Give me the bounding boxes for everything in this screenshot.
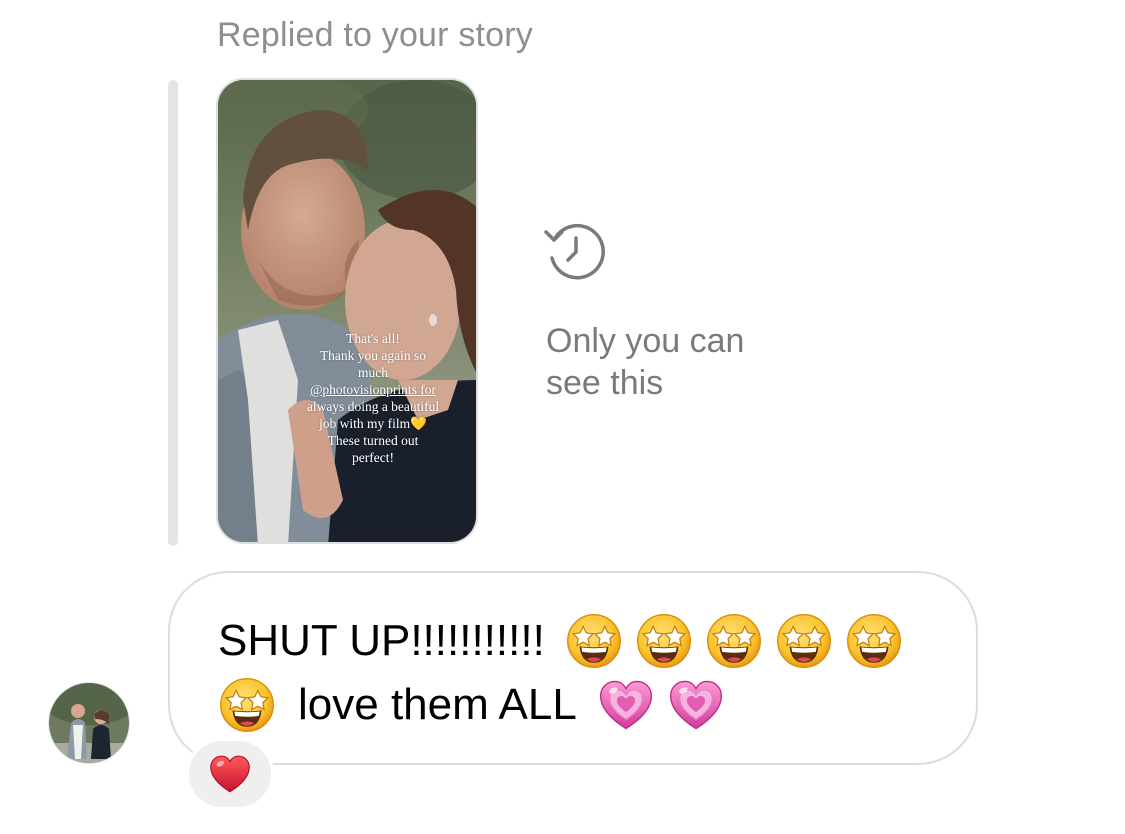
pink-heart-emoji-icon: [667, 676, 725, 734]
story-caption-line: Thank you again so: [319, 348, 427, 363]
star-struck-emoji-icon: [775, 612, 833, 670]
pink-heart-emoji-icon: [597, 676, 655, 734]
message-bubble[interactable]: SHUT UP!!!!!!!!!!! love them ALL: [168, 571, 978, 765]
only-you-notice: Only you can see this: [546, 320, 806, 404]
message-line-1: SHUT UP!!!!!!!!!!!: [218, 609, 958, 673]
story-caption-line: much: [358, 365, 388, 380]
reply-quote-bar: [168, 80, 178, 546]
story-caption-line: These turned out: [327, 433, 419, 448]
story-thumbnail[interactable]: That's all! Thank you again so much @pho…: [216, 78, 478, 544]
star-struck-emoji-icon: [635, 612, 693, 670]
reaction-badge[interactable]: [186, 738, 274, 810]
story-caption-line: perfect!: [352, 450, 394, 465]
message-line-2: love them ALL: [218, 673, 958, 737]
message-text: SHUT UP!!!!!!!!!!! love them ALL: [218, 609, 958, 737]
star-struck-emoji-icon: [218, 676, 276, 734]
story-caption-mention[interactable]: @photovisionprints for: [288, 381, 458, 398]
star-struck-emoji-icon: [705, 612, 763, 670]
story-caption-line: job with my film💛: [319, 416, 427, 431]
only-you-line-2: see this: [546, 364, 664, 402]
message-line-2-text: love them ALL: [298, 680, 577, 729]
avatar[interactable]: [48, 682, 130, 764]
story-caption-line: always doing a beautiful: [306, 399, 440, 414]
story-caption: That's all! Thank you again so much @pho…: [288, 330, 458, 466]
star-struck-emoji-icon: [565, 612, 623, 670]
story-photo: [218, 80, 476, 542]
only-you-line-1: Only you can: [546, 322, 745, 360]
story-caption-line: That's all!: [346, 331, 400, 346]
star-struck-emoji-icon: [845, 612, 903, 670]
message-line-1-text: SHUT UP!!!!!!!!!!!: [218, 616, 545, 665]
history-icon: [542, 218, 606, 282]
replied-to-story-label: Replied to your story: [217, 16, 534, 54]
red-heart-icon: [208, 752, 252, 796]
